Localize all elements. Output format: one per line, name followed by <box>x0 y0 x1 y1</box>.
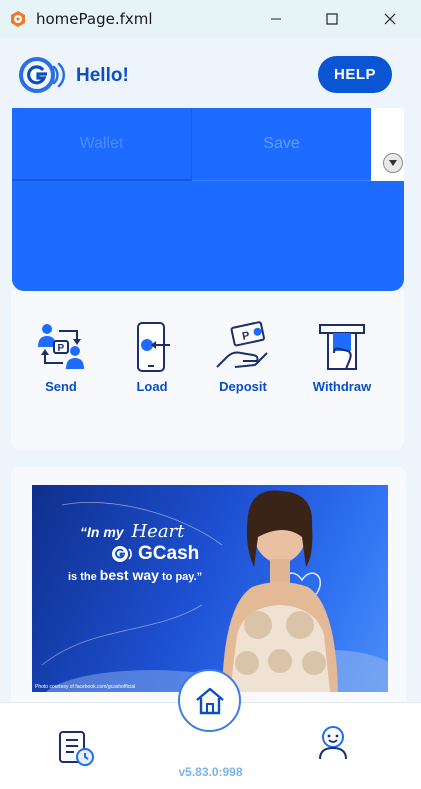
version-text: v5.83.0:998 <box>178 765 243 779</box>
close-icon <box>384 13 396 25</box>
quote-end-emphasis: best way <box>99 567 159 583</box>
promo-credit: Photo courtesy of facebook.com/gcashoffi… <box>35 684 136 690</box>
gcash-logo-icon <box>112 546 132 562</box>
promo-banner[interactable]: “In my Heart GCash is the best way to pa… <box>32 485 388 692</box>
withdraw-label: Withdraw <box>312 379 372 394</box>
svg-text:P: P <box>58 343 65 354</box>
send-money-icon: P <box>38 324 84 369</box>
window-title: homePage.fxml <box>36 10 153 28</box>
balance-tabs: Wallet Save <box>12 108 371 181</box>
quote-start-text: “In my <box>80 524 124 540</box>
transaction-history-icon <box>59 731 94 766</box>
load-label: Load <box>136 379 168 394</box>
quote-end-prefix: is the <box>68 571 97 583</box>
quote-script-text: Heart <box>131 521 185 542</box>
promo-brand: GCash <box>110 543 199 565</box>
withdraw-service[interactable]: Withdraw <box>302 321 382 394</box>
balance-card: Wallet Save <box>12 108 404 291</box>
withdraw-atm-icon <box>319 324 365 370</box>
tab-wallet[interactable]: Wallet <box>12 108 192 181</box>
quote-end-suffix: to pay.” <box>162 571 203 583</box>
send-service[interactable]: P Send <box>21 321 101 394</box>
services-panel: P Send Load P Deposit Withdraw <box>11 291 404 449</box>
close-button[interactable] <box>361 0 419 38</box>
gcash-logo-icon <box>19 57 66 93</box>
tab-dropdown-button[interactable] <box>383 153 403 173</box>
profile-button[interactable] <box>315 724 351 760</box>
deposit-cash-icon: P <box>216 321 268 368</box>
app-logo-icon <box>11 11 25 27</box>
promo-quote-end: is the best way to pay.” <box>68 567 202 583</box>
deposit-label: Deposit <box>219 379 267 394</box>
greeting-text: Hello! <box>76 65 129 86</box>
send-label: Send <box>45 379 77 394</box>
help-button[interactable]: HELP <box>318 56 392 93</box>
maximize-button[interactable] <box>303 0 361 38</box>
load-phone-icon <box>137 322 170 372</box>
deposit-service[interactable]: P Deposit <box>203 321 283 394</box>
window-titlebar: homePage.fxml <box>0 0 421 38</box>
profile-icon <box>319 726 347 760</box>
promo-decoration <box>41 490 388 692</box>
tab-overflow-strip <box>371 108 404 181</box>
maximize-icon <box>326 13 338 25</box>
promo-brand-text: GCash <box>138 543 200 564</box>
tab-save[interactable]: Save <box>192 108 371 181</box>
load-service[interactable]: Load <box>112 321 192 394</box>
minimize-button[interactable] <box>247 0 305 38</box>
home-icon <box>195 687 224 714</box>
minimize-icon <box>271 18 281 20</box>
promo-quote-start: “In my Heart <box>80 521 184 542</box>
chevron-down-icon <box>389 160 397 166</box>
history-button[interactable] <box>58 730 96 768</box>
home-page: Hello! HELP Wallet Save P Send Load P De… <box>0 38 421 789</box>
home-button[interactable] <box>178 669 241 732</box>
